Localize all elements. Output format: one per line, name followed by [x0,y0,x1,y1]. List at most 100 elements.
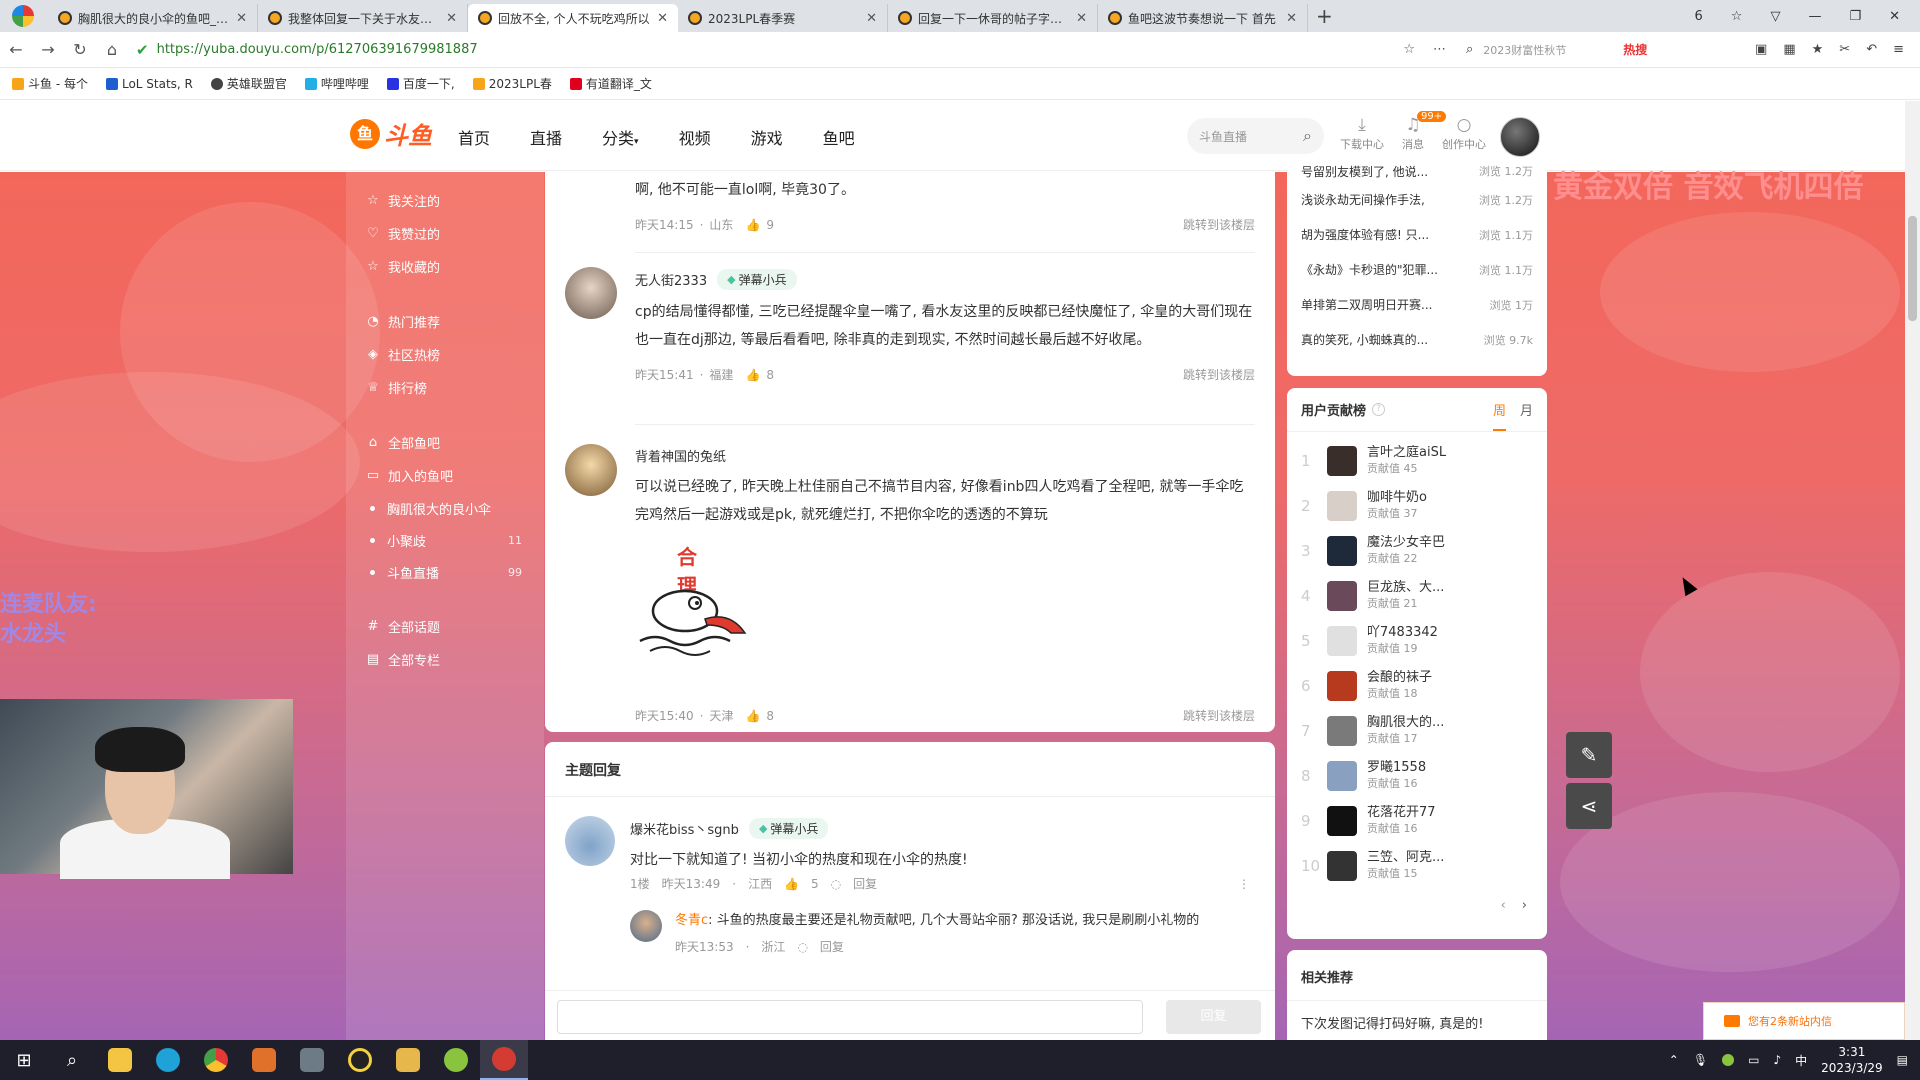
search-icon[interactable]: ⌕ [48,1050,96,1071]
contributor-row[interactable]: 1 言叶之庭aiSL 贡献值 45 [1287,438,1547,483]
tab-count-badge[interactable]: 6 [1695,9,1703,24]
thumb-up-icon[interactable]: 👍 [745,218,760,232]
contributor-row[interactable]: 5 吖7483342 贡献值 19 [1287,618,1547,663]
contributor-avatar[interactable] [1327,580,1357,611]
sidebar-icon[interactable]: ▣ [1755,42,1767,57]
hot-post-row[interactable]: 浅谈永劫无间操作手法, 浏览 1.2万 [1287,182,1547,217]
more-vertical-icon[interactable]: ⋮ [1238,877,1250,891]
contributor-row[interactable]: 10 三笠、阿克... 贡献值 15 [1287,843,1547,888]
reply-link[interactable]: 回复 [853,875,877,892]
volume-icon[interactable]: ♪ [1773,1053,1781,1067]
close-icon[interactable]: ✕ [1076,11,1087,26]
jump-to-floor-link[interactable]: 跳转到该楼层 [1183,707,1255,724]
contributor-row[interactable]: 4 巨龙族、大... 贡献值 21 [1287,573,1547,618]
close-icon[interactable]: ✕ [1286,11,1297,26]
joined-yuba-item[interactable]: 小聚歧 11 [346,524,544,556]
close-icon[interactable]: ✕ [236,11,247,26]
contributor-name[interactable]: 咖啡牛奶o [1367,490,1477,506]
nav-live[interactable]: 直播 [530,125,562,149]
browser-tab-active[interactable]: 回放不全, 个人不玩吃鸡所以 ✕ [468,4,678,32]
edit-post-button[interactable]: ✎ [1566,732,1612,778]
reply-input[interactable] [557,1000,1143,1034]
chevron-up-icon[interactable]: ⌃ [1669,1053,1679,1067]
contributor-name[interactable]: 会酿的袜子 [1367,670,1477,686]
thumb-up-icon[interactable]: 👍 [745,709,760,723]
app-icon[interactable] [336,1040,384,1080]
reply-submit-button[interactable]: 回复 [1166,1000,1261,1034]
sub-replier-avatar[interactable] [630,910,662,942]
close-icon[interactable]: ✕ [866,11,877,26]
hot-post-row[interactable]: 号留别友模到了, 他说... 浏览 1.2万 [1287,160,1547,182]
edge-icon[interactable] [144,1040,192,1080]
browser-tab[interactable]: 胸肌很大的良小伞的鱼吧_斗鱼 ✕ [48,4,258,32]
messages[interactable]: ♫ 99+ 消息 [1387,111,1447,152]
refresh-icon[interactable]: ↻ [64,40,96,59]
replier-avatar[interactable] [565,816,615,866]
thumb-up-icon[interactable]: 👍 [784,877,799,891]
site-search-input[interactable]: 斗鱼直播 ⌕ [1187,118,1324,154]
notification-icon[interactable]: ▤ [1897,1053,1908,1067]
microphone-icon[interactable]: 🎙 [1693,1053,1708,1067]
share-button[interactable]: ⋖ [1566,783,1612,829]
scissors-icon[interactable]: ✂ [1839,42,1850,57]
back-icon[interactable]: ← [0,40,32,59]
contributor-row[interactable]: 3 魔法少女辛巴 贡献值 22 [1287,528,1547,573]
favorites-icon[interactable]: ★ [1812,42,1824,57]
chevron-left-icon[interactable]: ‹ [1501,898,1506,913]
tab-month[interactable]: 月 [1520,400,1533,419]
comment-icon[interactable]: ◌ [797,940,807,954]
user-avatar[interactable] [1500,117,1540,157]
contributor-row[interactable]: 2 咖啡牛奶o 贡献值 37 [1287,483,1547,528]
hot-post-row[interactable]: 胡为强度体验有感! 只... 浏览 1.1万 [1287,217,1547,252]
nav-video[interactable]: 视频 [679,125,711,149]
sidebar-item-trending[interactable]: ◈ 社区热榜 [346,338,544,371]
download-center[interactable]: ⤓ 下载中心 [1336,115,1388,152]
more-icon[interactable]: ⋯ [1433,42,1446,57]
forward-icon[interactable]: → [32,40,64,59]
sidebar-item-following[interactable]: ☆ 我关注的 [346,184,544,217]
search-icon[interactable]: ⌕ [1303,126,1312,146]
sidebar-item-topics[interactable]: # 全部话题 [346,610,544,643]
skin-icon[interactable]: ▽ [1770,9,1780,24]
system-clock[interactable]: 3:31 2023/3/29 [1821,1044,1883,1076]
contributor-avatar[interactable] [1327,445,1357,476]
new-tab-button[interactable]: + [1316,4,1333,28]
network-icon[interactable]: ▭ [1748,1053,1759,1067]
contributor-row[interactable]: 8 罗曦1558 贡献值 16 [1287,753,1547,798]
contributor-avatar[interactable] [1327,535,1357,566]
close-icon[interactable]: ✕ [657,11,668,26]
contributor-avatar[interactable] [1327,760,1357,791]
contributor-name[interactable]: 花落花开77 [1367,805,1477,821]
contributor-name[interactable]: 罗曦1558 [1367,760,1477,776]
url-field[interactable]: ✔ https://yuba.douyu.com/p/6127063916799… [136,36,1446,64]
app-icon[interactable] [288,1040,336,1080]
close-icon[interactable]: ✕ [446,11,457,26]
sidebar-item-ranking[interactable]: ♕ 排行榜 [346,371,544,404]
bookmark-item[interactable]: 斗鱼 - 每个 [12,75,88,92]
comment-icon[interactable]: ◌ [831,877,841,891]
tab-week[interactable]: 周 [1492,400,1506,431]
sidebar-item-columns[interactable]: ▤ 全部专栏 [346,643,544,676]
hot-post-row[interactable]: 单排第二双周明日开赛... 浏览 1万 [1287,287,1547,322]
search-placeholder[interactable]: 2023财富性秋节 [1483,42,1613,58]
hot-post-row[interactable]: 《永劫》卡秒退的"犯罪... 浏览 1.1万 [1287,252,1547,287]
jump-to-floor-link[interactable]: 跳转到该楼层 [1183,216,1255,233]
thumb-up-icon[interactable]: 👍 [745,368,760,382]
nav-yuba[interactable]: 鱼吧 [823,125,855,149]
contributor-avatar[interactable] [1327,625,1357,656]
contributor-avatar[interactable] [1327,670,1357,701]
app-icon[interactable] [432,1040,480,1080]
page-scrollbar[interactable] [1905,101,1920,1040]
search-icon[interactable]: ⌕ [1466,42,1473,57]
browser-tab[interactable]: 回复一下一休哥的帖子字数太 ✕ [888,4,1098,32]
chevron-right-icon[interactable]: › [1522,898,1527,913]
home-icon[interactable]: ⌂ [96,40,128,59]
browser-tab[interactable]: 鱼吧这波节奏想说一下 首先 ✕ [1098,4,1308,32]
joined-yuba-item[interactable]: 斗鱼直播 99 [346,556,544,588]
contributor-avatar[interactable] [1327,715,1357,746]
contributor-avatar[interactable] [1327,850,1357,881]
browser-logo-icon[interactable] [12,5,34,27]
commenter-name[interactable]: 背着神国的兔纸 [635,446,726,465]
contributor-name[interactable]: 巨龙族、大... [1367,580,1477,596]
bookmark-item[interactable]: 哔哩哔哩 [304,75,369,92]
